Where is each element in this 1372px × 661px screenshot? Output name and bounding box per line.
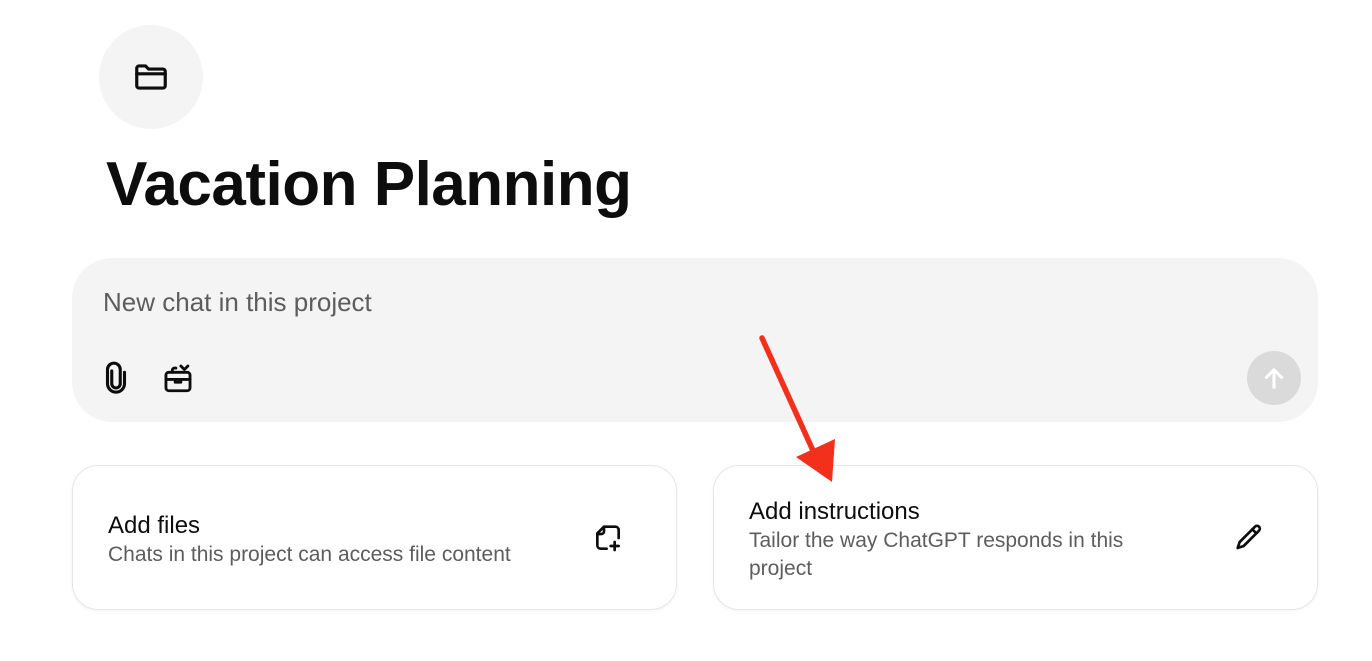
- new-chat-input[interactable]: [103, 282, 1203, 322]
- paperclip-icon: [105, 361, 127, 394]
- add-files-title: Add files: [108, 512, 201, 539]
- pencil-icon: [1231, 520, 1267, 556]
- add-files-description: Chats in this project can access file co…: [108, 543, 511, 566]
- arrow-up-icon: [1264, 368, 1284, 389]
- toolbox-icon: [164, 364, 192, 393]
- chat-composer: [72, 258, 1318, 422]
- add-instructions-description: Tailor the way ChatGPT responds in this …: [749, 529, 1124, 580]
- project-page: Vacation Planning Add file: [0, 0, 1372, 661]
- add-instructions-card[interactable]: Add instructions Tailor the way ChatGPT …: [713, 465, 1318, 610]
- project-icon-badge[interactable]: [99, 25, 203, 129]
- tools-button[interactable]: [158, 358, 198, 398]
- add-files-card[interactable]: Add files Chats in this project can acce…: [72, 465, 677, 610]
- file-add-icon: [590, 520, 626, 556]
- project-title[interactable]: Vacation Planning: [106, 148, 632, 222]
- attach-button[interactable]: [96, 358, 136, 398]
- add-instructions-title: Add instructions: [749, 498, 920, 525]
- send-button[interactable]: [1247, 351, 1301, 405]
- folder-icon: [135, 64, 167, 90]
